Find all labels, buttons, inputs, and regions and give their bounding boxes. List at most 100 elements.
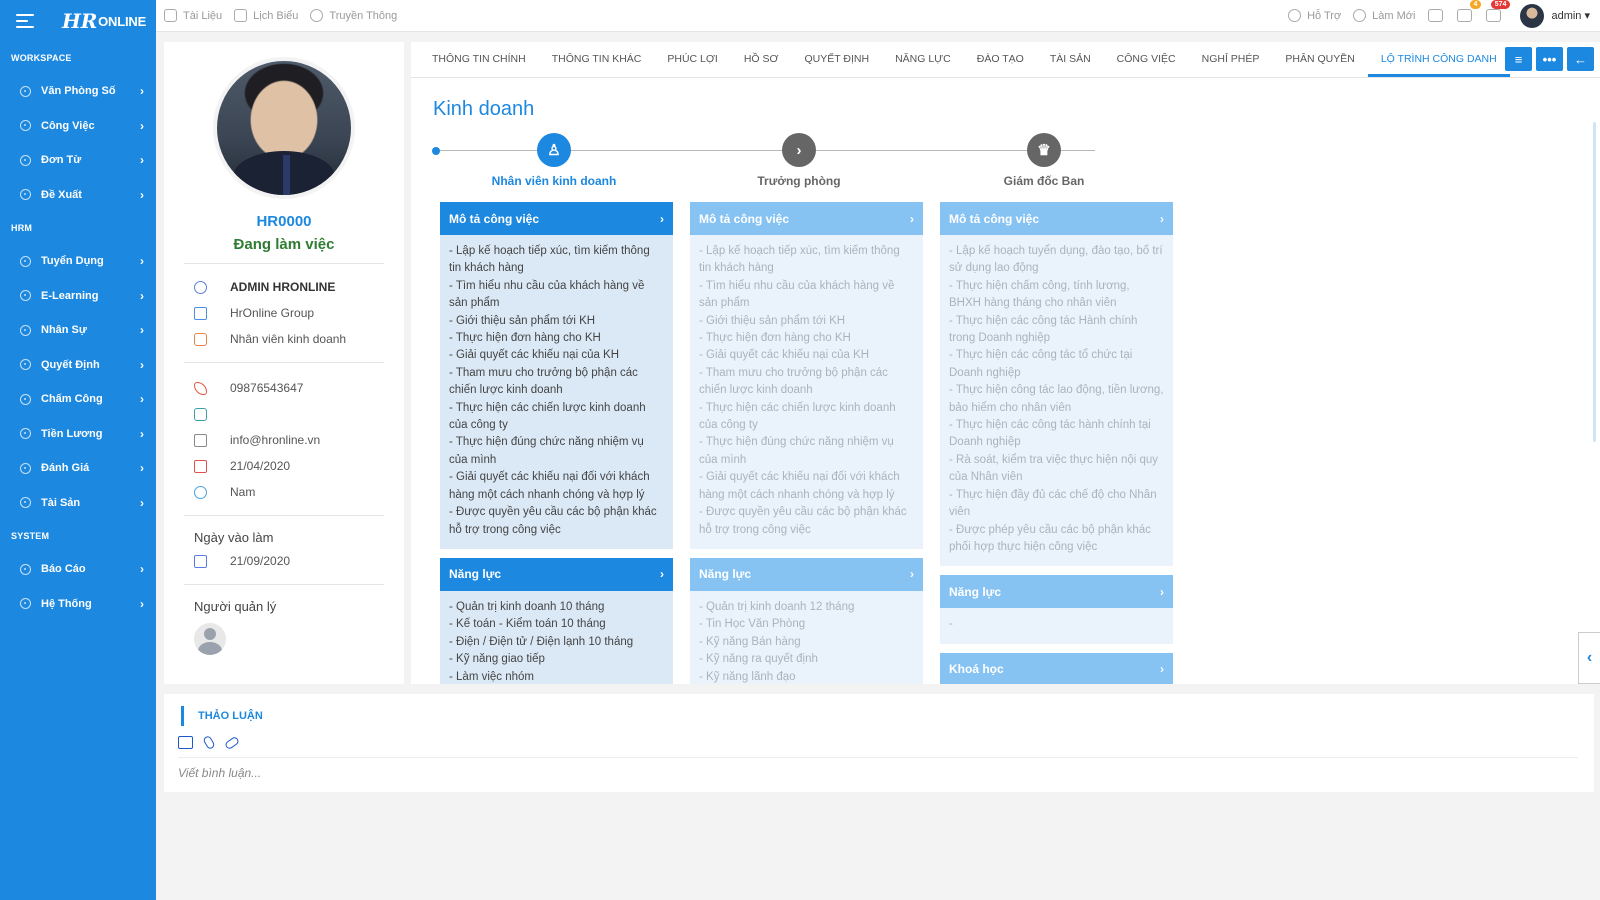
sidebar-item[interactable]: Chấm Công › [0, 382, 156, 417]
sidebar-item[interactable]: Đơn Từ › [0, 143, 156, 178]
tab-item[interactable]: NĂNG LỰC [882, 53, 964, 77]
job-description-header[interactable]: Mô tả công việc › [440, 202, 673, 235]
more-button[interactable]: ••• [1536, 47, 1563, 71]
calendar-link[interactable]: Lịch Biểu [234, 9, 298, 22]
scrollbar[interactable] [1593, 122, 1596, 442]
company-row: HrOnline Group [164, 300, 404, 326]
user-icon [194, 280, 207, 294]
box-header-label: Năng lực [949, 584, 1002, 599]
career-stage[interactable]: ♛ Giám đốc Ban [934, 133, 1154, 188]
sidebar-item-label: Đánh Giá [41, 462, 90, 475]
tab-item[interactable]: NGHỈ PHÉP [1189, 53, 1273, 77]
chevron-right-icon: › [1160, 584, 1164, 599]
person-icon: ♙ [537, 133, 571, 167]
skills-header[interactable]: Năng lực › [440, 557, 673, 591]
notifications-button[interactable]: 574 [1486, 0, 1511, 22]
tab-item[interactable]: HỒ SƠ [731, 53, 792, 77]
collapse-panel-button[interactable]: ‹ [1578, 632, 1600, 684]
job-description-header[interactable]: Mô tả công việc › [940, 202, 1173, 235]
job-item: - Thực hiện đơn hàng cho KH [699, 332, 851, 345]
user-menu[interactable]: admin ▾ [1551, 9, 1590, 22]
job-item: - Lập kế hoạch tuyển dụng, đào tạo, bố t… [949, 245, 1163, 275]
media-link[interactable]: Truyền Thông [310, 9, 397, 22]
courses-header[interactable]: Khoá học › [940, 652, 1173, 684]
box-header-label: Năng lực [699, 567, 752, 582]
tab-item[interactable]: CÔNG VIỆC [1104, 53, 1189, 77]
skill-item: - Kỹ năng ra quyết định [699, 653, 818, 666]
user-avatar[interactable] [1520, 3, 1545, 28]
tab-item[interactable]: PHÚC LỢI [654, 53, 730, 77]
tab-actions: ≡ ••• ← [1505, 47, 1594, 71]
sidebar-item[interactable]: Đề Xuất › [0, 178, 156, 213]
fax-row [164, 401, 404, 427]
bell-icon [1486, 9, 1502, 22]
sidebar-item[interactable]: Quyết Định › [0, 348, 156, 383]
tab-item[interactable]: TÀI SẢN [1037, 53, 1104, 77]
document-icon [164, 9, 177, 22]
skills-header[interactable]: Năng lực › [690, 557, 923, 591]
refresh-link[interactable]: Làm Mới [1353, 9, 1415, 22]
sidebar-item[interactable]: Tuyển Dụng › [0, 244, 156, 279]
tab-item[interactable]: LỘ TRÌNH CÔNG DANH [1367, 53, 1510, 77]
birthday-row: 21/04/2020 [164, 453, 404, 479]
tab-item[interactable]: THÔNG TIN KHÁC [539, 53, 655, 77]
list-menu-button[interactable]: ≡ [1505, 47, 1532, 71]
manager-avatar[interactable] [194, 623, 226, 655]
sidebar-item-label: Văn Phòng Số [41, 85, 116, 98]
sidebar-item[interactable]: Báo Cáo › [0, 552, 156, 587]
sidebar-item[interactable]: Đánh Giá › [0, 451, 156, 486]
job-item: - Lập kế hoạch tiếp xúc, tìm kiếm thông … [449, 245, 650, 275]
stage-column: Mô tả công việc › - Lập kế hoạch tiếp xúc,… [440, 202, 673, 684]
hamburger-menu-icon[interactable] [16, 14, 34, 28]
chevron-right-icon: › [660, 567, 664, 582]
job-description-body: - Lập kế hoạch tuyển dụng, đào tạo, bố t… [940, 235, 1173, 567]
job-item: - Thực hiện các chiến lược kinh doanh củ… [449, 401, 646, 432]
menu-item-icon [20, 497, 31, 509]
chevron-right-icon: › [140, 84, 144, 99]
calendar-icon [234, 9, 248, 22]
skill-item: - Kỹ năng lãnh đạo [699, 670, 796, 683]
sidebar-item[interactable]: Công Việc › [0, 109, 156, 144]
career-stage[interactable]: › Trưởng phòng [689, 133, 909, 188]
tab-item[interactable]: QUYẾT ĐỊNH [792, 53, 883, 77]
support-link[interactable]: Hỗ Trợ [1288, 9, 1341, 22]
sidebar-item[interactable]: Nhân Sự › [0, 313, 156, 348]
job-item: - Được quyền yêu cầu các bộ phận khác hỗ… [699, 506, 907, 536]
paperclip-icon[interactable] [202, 734, 216, 751]
tab-item[interactable]: THÔNG TIN CHÍNH [419, 53, 539, 77]
fullscreen-button[interactable] [1428, 9, 1444, 22]
sidebar-item[interactable]: Tài Sản › [0, 486, 156, 521]
image-icon[interactable] [178, 736, 193, 749]
menu-item-icon [20, 290, 31, 302]
skills-header[interactable]: Năng lực › [940, 575, 1173, 609]
skill-item: - Quản trị kinh doanh 10 tháng [449, 600, 605, 613]
comment-input[interactable]: Viết bình luận... [178, 757, 1578, 780]
sidebar-item[interactable]: E-Learning › [0, 279, 156, 314]
link-icon[interactable] [223, 735, 241, 751]
career-stage[interactable]: ♙ Nhân viên kinh doanh [444, 133, 664, 188]
divider [184, 584, 384, 585]
job-item: - Thực hiện đầy đủ các chế độ cho Nhân v… [949, 488, 1157, 519]
skills-body: - [940, 608, 1173, 644]
sidebar-item[interactable]: Tiền Lương › [0, 417, 156, 452]
position-row: Nhân viên kinh doanh [164, 326, 404, 352]
chat-icon [1457, 9, 1473, 22]
tab-item[interactable]: ĐÀO TẠO [964, 53, 1037, 77]
back-button[interactable]: ← [1567, 47, 1594, 71]
chevron-right-icon: › [140, 288, 144, 303]
sidebar-item[interactable]: Văn Phòng Số › [0, 74, 156, 109]
org-chart-icon [194, 306, 207, 320]
job-item: - Tham mưu cho trưởng bộ phận các chiến … [449, 366, 638, 397]
job-item: - Thực hiện đơn hàng cho KH [449, 332, 601, 345]
refresh-icon [1353, 9, 1367, 22]
calendar-icon [194, 459, 207, 473]
sidebar-item[interactable]: Hệ Thống › [0, 587, 156, 622]
messages-button[interactable]: 4 [1457, 0, 1482, 22]
documents-link[interactable]: Tài Liệu [164, 9, 222, 22]
tab-item[interactable]: PHÂN QUYỀN [1272, 53, 1367, 77]
job-item: - Thực hiện các công tác Hành chính tron… [949, 314, 1138, 345]
job-description-header[interactable]: Mô tả công việc › [690, 202, 923, 235]
app-logo[interactable]: HR ONLINE [62, 9, 146, 33]
